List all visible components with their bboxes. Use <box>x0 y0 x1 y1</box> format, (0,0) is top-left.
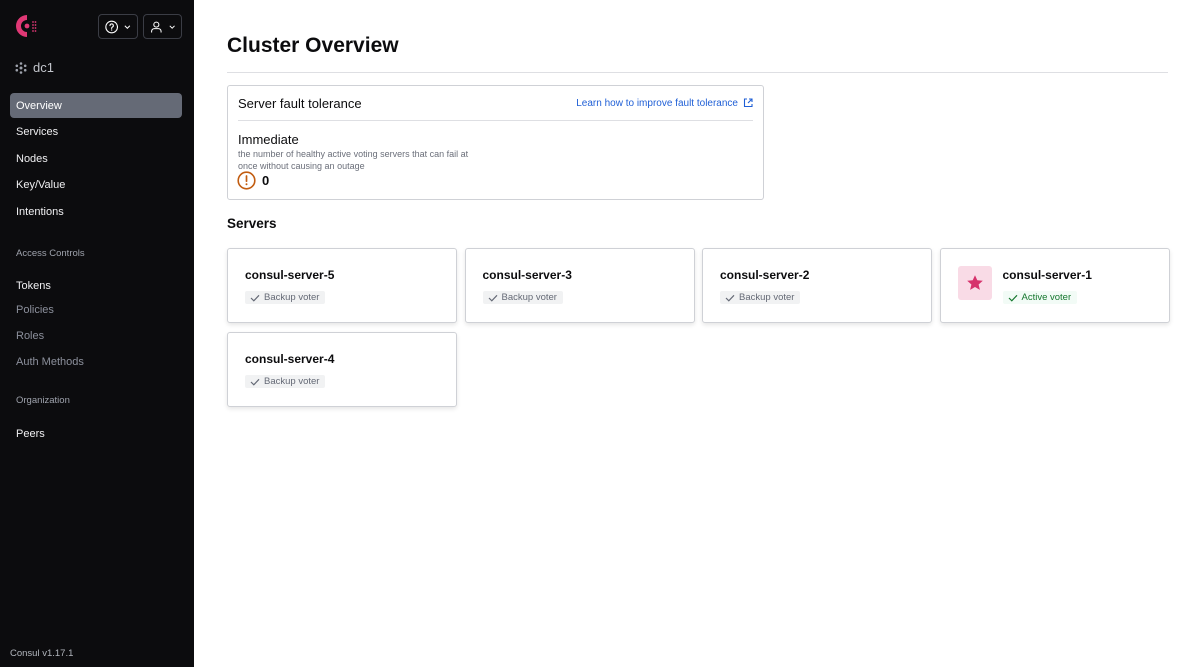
version-label: Consul v1.17.1 <box>10 648 74 659</box>
fault-tolerance-card: Server fault tolerance Learn how to impr… <box>227 85 764 200</box>
voter-status-badge: Backup voter <box>720 291 801 304</box>
server-name: consul-server-5 <box>245 268 335 282</box>
datacenter-selector[interactable]: dc1 <box>15 60 54 75</box>
sidebar-item-nodes[interactable]: Nodes <box>10 146 182 171</box>
help-circle-icon <box>105 20 119 33</box>
check-icon <box>725 294 735 302</box>
server-card[interactable]: consul-server-4 Backup voter <box>227 332 457 407</box>
datacenter-label: dc1 <box>33 60 54 75</box>
improve-fault-tolerance-link-text: Learn how to improve fault tolerance <box>576 97 738 109</box>
check-icon <box>488 294 497 302</box>
fault-tolerance-header: Server fault tolerance Learn how to impr… <box>238 86 753 121</box>
voter-status-label: Backup voter <box>501 292 557 303</box>
datacenter-icon <box>15 61 27 74</box>
sidebar-item-policies[interactable]: Policies <box>10 299 182 321</box>
server-name: consul-server-4 <box>245 352 335 366</box>
check-icon <box>250 378 260 386</box>
server-card[interactable]: consul-server-3 Backup voter <box>464 248 695 323</box>
server-name: consul-server-3 <box>482 268 572 282</box>
voter-status-label: Backup voter <box>739 292 795 303</box>
voter-status-badge: Backup voter <box>245 375 326 388</box>
chevron-down-icon <box>124 24 131 29</box>
main-content: Cluster Overview Server fault tolerance … <box>194 0 1200 667</box>
sidebar-item-roles[interactable]: Roles <box>10 325 182 347</box>
sidebar-item-key-value[interactable]: Key/Value <box>10 173 182 198</box>
page-title: Cluster Overview <box>227 34 399 57</box>
sidebar-item-intentions[interactable]: Intentions <box>10 199 182 224</box>
immediate-description: the number of healthy active voting serv… <box>238 149 469 171</box>
immediate-label: Immediate <box>238 132 299 147</box>
fault-tolerance-title: Server fault tolerance <box>238 95 362 111</box>
access-controls-nav: Access Controls Tokens Policies Roles Au… <box>10 243 182 373</box>
sidebar-item-services[interactable]: Services <box>10 120 182 145</box>
sidebar-item-overview[interactable]: Overview <box>10 93 182 118</box>
server-card-leader[interactable]: consul-server-1 Active voter <box>939 248 1170 323</box>
help-menu-button[interactable] <box>98 14 138 39</box>
chevron-down-icon <box>169 24 175 29</box>
servers-heading: Servers <box>227 216 277 231</box>
title-divider <box>227 72 1168 73</box>
fault-tolerance-value: 0 <box>237 171 269 190</box>
server-name: consul-server-2 <box>720 268 810 282</box>
server-list: consul-server-5 Backup voter consul-serv… <box>227 248 1170 407</box>
voter-status-label: Active voter <box>1021 292 1072 303</box>
external-link-icon <box>743 98 753 108</box>
server-card[interactable]: consul-server-5 Backup voter <box>227 248 457 323</box>
leader-badge <box>957 266 992 300</box>
organization-nav: Organization Peers <box>10 390 182 445</box>
voter-status-badge: Backup voter <box>245 291 326 304</box>
sidebar-item-tokens[interactable]: Tokens <box>10 275 182 297</box>
fault-tolerance-count: 0 <box>262 173 270 188</box>
star-icon <box>966 275 983 290</box>
alert-circle-icon <box>237 171 256 190</box>
user-menu-button[interactable] <box>143 14 182 39</box>
server-card[interactable]: consul-server-2 Backup voter <box>702 248 932 323</box>
organization-heading: Organization <box>16 394 70 406</box>
user-icon <box>151 21 162 33</box>
check-icon <box>1008 294 1017 302</box>
voter-status-label: Backup voter <box>264 376 320 387</box>
voter-status-badge: Backup voter <box>482 291 563 304</box>
server-name: consul-server-1 <box>1002 268 1092 282</box>
sidebar-item-auth-methods[interactable]: Auth Methods <box>10 351 182 373</box>
check-icon <box>250 294 260 302</box>
access-controls-heading: Access Controls <box>16 247 85 259</box>
sidebar: dc1 Overview Services Nodes Key/Value In… <box>0 0 194 667</box>
improve-fault-tolerance-link[interactable]: Learn how to improve fault tolerance <box>576 98 753 109</box>
voter-status-label: Backup voter <box>264 292 320 303</box>
main-nav: Overview Services Nodes Key/Value Intent… <box>10 93 182 224</box>
sidebar-item-peers[interactable]: Peers <box>10 423 182 445</box>
voter-status-badge: Active voter <box>1002 291 1078 304</box>
consul-logo[interactable] <box>14 13 40 39</box>
